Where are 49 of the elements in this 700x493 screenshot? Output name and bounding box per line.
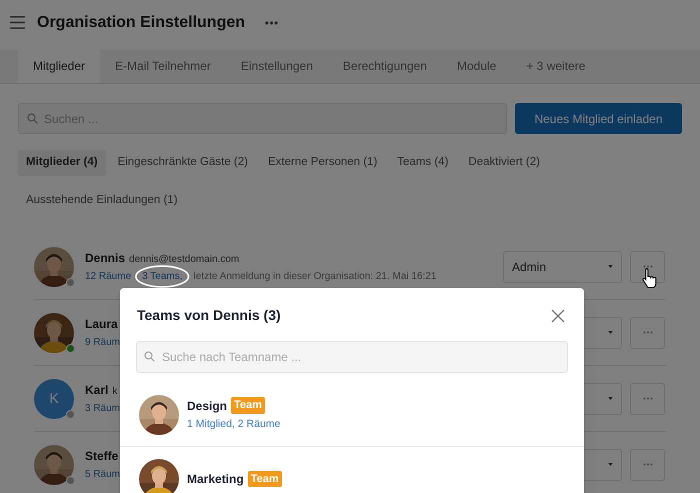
rooms-link[interactable]: 3 Räum [85, 401, 120, 416]
invite-button[interactable]: Neues Mitglied einladen [515, 103, 682, 134]
team-search-field[interactable]: Suche nach Teamname ... [136, 341, 568, 373]
filter-tab[interactable]: Externe Personen (1) [260, 150, 386, 176]
member-name: Steffe [85, 448, 118, 465]
close-button[interactable] [551, 308, 567, 324]
more-icon [642, 397, 652, 400]
filter-tab[interactable]: Deaktiviert (2) [460, 150, 548, 176]
member-name: Karl [85, 382, 108, 399]
caret-icon [608, 397, 613, 400]
member-name: Dennis [85, 250, 126, 267]
rooms-link[interactable]: 12 Räume [85, 269, 132, 284]
last-login-text: letzte Anmeldung in dieser Organisation: 21. Mai 16:21 [194, 270, 436, 284]
team-details: 1 Mitglied, 2 Räume [187, 416, 280, 432]
more-icon [642, 265, 652, 268]
cursor-icon [641, 267, 658, 288]
dialog-title: Teams von Dennis (3) [137, 306, 281, 325]
team-name: Design [187, 398, 228, 415]
avatar: K [34, 378, 74, 418]
rooms-link[interactable]: 5 Räum [85, 467, 120, 482]
filter-tab[interactable]: Eingeschränkte Gäste (2) [110, 150, 256, 176]
more-icon [642, 463, 652, 466]
tab[interactable]: Berechtigungen [328, 49, 442, 83]
tab[interactable]: E-Mail Teilnehmer [100, 49, 226, 83]
caret-icon [608, 463, 613, 466]
tab[interactable]: Einstellungen [226, 49, 328, 83]
menu-icon[interactable] [10, 16, 25, 29]
more-icon[interactable] [265, 20, 278, 24]
tab[interactable]: + 3 weitere [511, 49, 600, 83]
close-icon [551, 308, 565, 322]
team-tag: Team [248, 470, 282, 488]
member-email: dennis@testdomain.com [129, 253, 240, 267]
member-email: k [112, 385, 118, 399]
search-icon [27, 113, 38, 124]
caret-icon [608, 265, 613, 268]
tab[interactable]: Mitglieder [18, 49, 100, 83]
tab[interactable]: Module [442, 49, 512, 83]
rooms-link[interactable]: 9 Räum [85, 335, 120, 350]
filter-tab[interactable]: Mitglieder (4) [18, 150, 106, 176]
page-title: Organisation Einstellungen [37, 12, 246, 32]
caret-icon [608, 331, 613, 334]
more-icon [642, 331, 652, 334]
team-name: Marketing [187, 471, 244, 488]
filter-tab[interactable]: Ausstehende Einladungen (1) [18, 188, 186, 214]
member-name: Laura [85, 316, 118, 333]
search-icon [144, 351, 155, 362]
team-tag: Team [231, 397, 265, 414]
filter-tab[interactable]: Teams (4) [389, 150, 456, 176]
role-select[interactable]: Admin [503, 250, 622, 282]
